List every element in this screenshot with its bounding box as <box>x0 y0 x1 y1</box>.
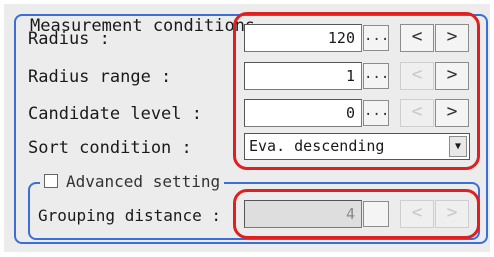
radius-range-label: Radius range : <box>28 67 172 87</box>
radius-range-input[interactable]: 1 <box>244 62 362 90</box>
sort-condition-label: Sort condition : <box>28 138 192 158</box>
sort-condition-value: Eva. descending <box>249 137 385 155</box>
radius-range-next-button[interactable]: > <box>435 62 469 90</box>
grouping-distance-input[interactable]: 4 <box>244 200 362 228</box>
radius-range-dots-button[interactable]: ... <box>363 63 389 89</box>
radius-label: Radius : <box>28 29 110 49</box>
candidate-level-prev-button[interactable]: < <box>400 99 434 127</box>
radius-input[interactable]: 120 <box>244 24 362 52</box>
settings-panel: Measurement conditions Radius : 120 ... … <box>4 4 490 252</box>
grouping-distance-next-button[interactable]: > <box>435 200 469 228</box>
candidate-level-dots-button[interactable]: ... <box>363 100 389 126</box>
candidate-level-input[interactable]: 0 <box>244 99 362 127</box>
dropdown-arrow-icon[interactable]: ▼ <box>449 136 467 157</box>
radius-prev-button[interactable]: < <box>400 24 434 52</box>
advanced-setting-checkbox[interactable] <box>44 174 58 188</box>
candidate-level-label: Candidate level : <box>28 104 202 124</box>
candidate-level-next-button[interactable]: > <box>435 99 469 127</box>
radius-next-button[interactable]: > <box>435 24 469 52</box>
advanced-setting-legend: Advanced setting <box>40 172 225 191</box>
advanced-setting-label: Advanced setting <box>66 172 221 191</box>
grouping-distance-prev-button[interactable]: < <box>400 200 434 228</box>
radius-dots-button[interactable]: ... <box>363 25 389 51</box>
grouping-distance-label: Grouping distance : <box>38 206 222 225</box>
sort-condition-select[interactable]: Eva. descending ▼ <box>244 133 470 160</box>
radius-range-prev-button[interactable]: < <box>400 62 434 90</box>
grouping-distance-dots-button[interactable] <box>363 201 389 227</box>
